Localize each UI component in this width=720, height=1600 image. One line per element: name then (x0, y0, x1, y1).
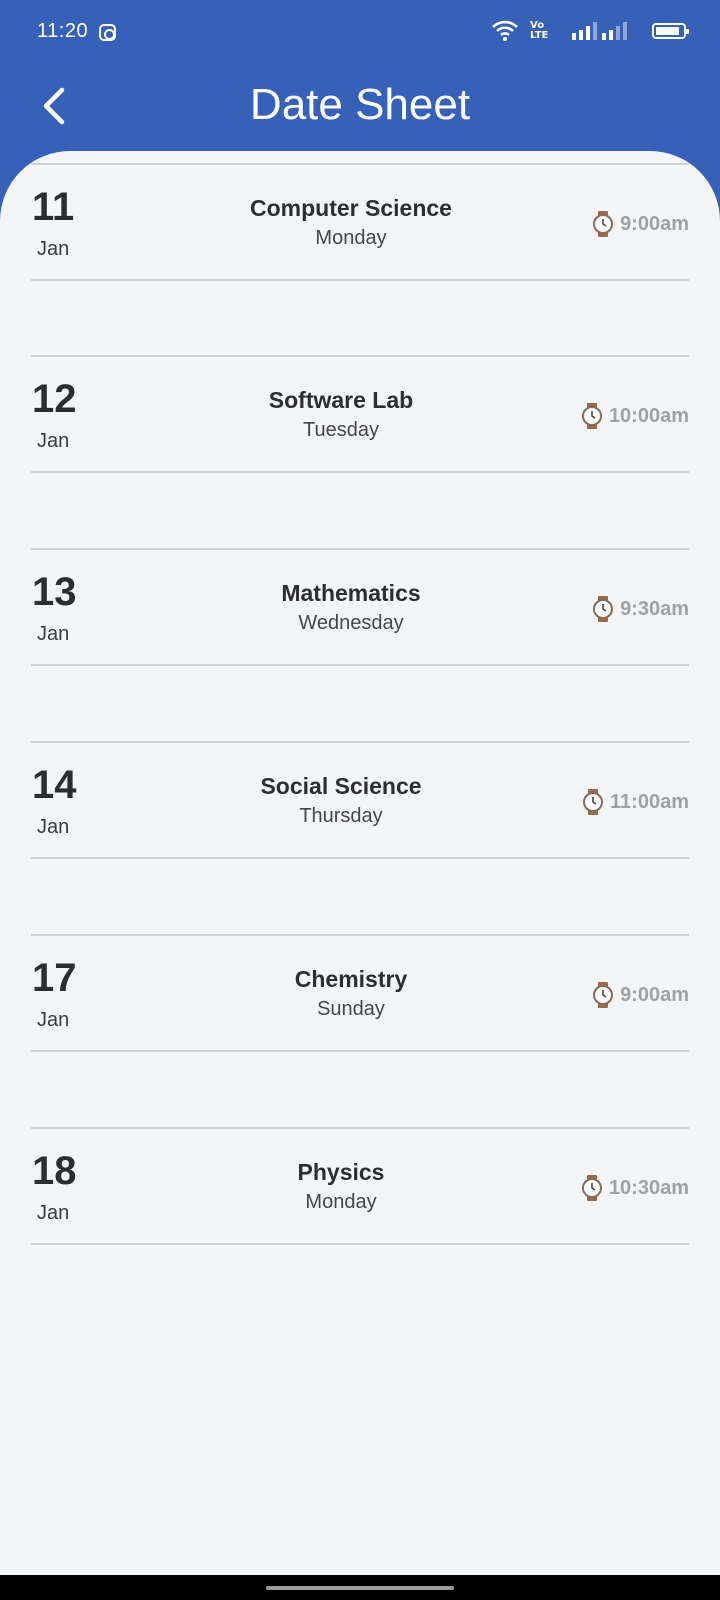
exam-month: Jan (37, 623, 70, 645)
app-header: Date Sheet (0, 64, 720, 154)
watch-icon (581, 403, 602, 429)
exam-time: 11:00am (610, 790, 689, 813)
exam-time: 9:00am (620, 212, 689, 235)
exam-subject: Chemistry (294, 966, 408, 992)
exam-time-group: 10:00am (581, 401, 689, 431)
exam-weekday: Thursday (299, 805, 383, 827)
exam-time-group: 11:00am (582, 787, 689, 817)
exam-row[interactable]: 11 Jan Computer Science Monday 9:00am (31, 163, 689, 281)
exam-month: Jan (37, 430, 70, 452)
exam-time-group: 9:00am (592, 209, 689, 239)
watch-icon (593, 211, 614, 237)
exam-month: Jan (37, 1009, 70, 1031)
exam-row[interactable]: 18 Jan Physics Monday 10:30am (31, 1127, 689, 1245)
exam-subject: Software Lab (268, 387, 414, 413)
exam-day: 12 (32, 377, 77, 421)
signal-icon (602, 22, 627, 40)
watch-icon (581, 1175, 602, 1201)
exam-time: 10:30am (608, 1176, 689, 1199)
status-time: 11:20 (37, 20, 89, 42)
watch-icon (593, 596, 614, 622)
exam-time-group: 10:30am (581, 1173, 689, 1203)
exam-time: 9:30am (620, 597, 689, 620)
exam-day: 18 (32, 1149, 77, 1193)
exam-day: 13 (32, 570, 77, 614)
exam-row[interactable]: 12 Jan Software Lab Tuesday 10:00am (31, 355, 689, 473)
exam-row[interactable]: 14 Jan Social Science Thursday 11:00am (31, 741, 689, 859)
exam-info: Social Science Thursday (171, 773, 511, 828)
volte-icon: Vo LTE (530, 20, 549, 41)
status-bar: 11:20 Vo LTE (0, 0, 720, 64)
exam-info: Mathematics Wednesday (181, 580, 521, 635)
exam-info: Physics Monday (171, 1159, 511, 1214)
exam-info: Chemistry Sunday (181, 966, 521, 1021)
exam-weekday: Monday (315, 227, 387, 249)
exam-time-group: 9:30am (592, 594, 689, 624)
exam-subject: Computer Science (250, 195, 452, 221)
exam-list: 11 Jan Computer Science Monday 9:00am 12… (0, 151, 720, 1575)
system-nav-bar (0, 1575, 720, 1600)
exam-subject: Social Science (260, 773, 422, 799)
exam-day: 14 (32, 763, 77, 807)
exam-time: 9:00am (620, 983, 689, 1006)
wifi-icon (492, 20, 518, 41)
exam-day: 11 (32, 185, 75, 229)
exam-weekday: Wednesday (298, 612, 404, 634)
battery-icon (652, 23, 689, 39)
exam-month: Jan (37, 238, 70, 260)
exam-info: Software Lab Tuesday (171, 387, 511, 442)
exam-time-group: 9:00am (592, 980, 689, 1010)
exam-weekday: Sunday (317, 998, 385, 1020)
exam-subject: Physics (297, 1159, 385, 1185)
signal-icon (572, 22, 597, 40)
exam-time: 10:00am (608, 404, 689, 427)
watch-icon (583, 789, 604, 815)
exam-weekday: Tuesday (303, 419, 379, 441)
exam-month: Jan (37, 816, 70, 838)
exam-subject: Mathematics (281, 580, 421, 606)
instagram-icon (99, 24, 116, 41)
home-indicator[interactable] (266, 1586, 454, 1590)
exam-month: Jan (37, 1202, 70, 1224)
page-title: Date Sheet (249, 80, 471, 129)
watch-icon (593, 982, 614, 1008)
exam-row[interactable]: 13 Jan Mathematics Wednesday 9:30am (31, 548, 689, 666)
exam-weekday: Monday (305, 1191, 377, 1213)
exam-info: Computer Science Monday (181, 195, 521, 250)
exam-row[interactable]: 17 Jan Chemistry Sunday 9:00am (31, 934, 689, 1052)
exam-day: 17 (32, 956, 77, 1000)
